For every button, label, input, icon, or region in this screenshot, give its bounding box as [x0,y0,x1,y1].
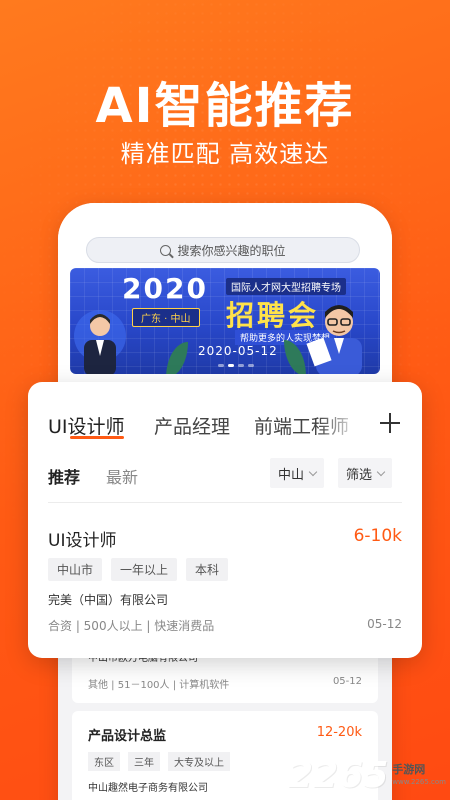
watermark-label: 手游网 [392,762,426,776]
job-meta: 合资 | 500人以上 | 快速消费品 [48,619,215,633]
job-title-row: 产品设计总监 12-20k [88,711,362,744]
watermark-logo: 2265 手游网 www.2265.com [288,755,446,796]
job-salary: 6-10k [353,526,402,546]
job-recommendation-card: UI设计师 产品经理 前端工程师 推荐 最新 中山 筛选 UI设计师 6-10k… [28,382,422,658]
job-tag: 大专及以上 [168,752,230,771]
hero-title: AI智能推荐 [95,78,355,134]
city-filter-dropdown[interactable]: 中山 [270,458,325,488]
job-meta-row: 其他 | 51－100人 | 计算机软件 05-12 [88,676,362,691]
businessman-illustration [74,310,126,374]
search-bar[interactable]: 搜索你感兴趣的职位 [86,237,360,263]
hero-subtitle: 精准匹配 高效速达 [120,140,330,168]
job-tag-city: 中山市 [48,558,103,581]
tab-product-manager[interactable]: 产品经理 [154,412,230,439]
job-tags: 中山市 一年以上 本科 [48,558,229,581]
job-tag-experience: 一年以上 [111,558,178,581]
banner-place: 广东 · 中山 [132,308,200,327]
divider [48,502,402,503]
city-filter-label: 中山 [278,467,305,483]
watermark-text: 手游网 www.2265.com [392,762,446,788]
job-date: 05-12 [367,617,402,631]
watermark-url: www.2265.com [392,777,446,786]
job-title: 产品设计总监 [88,729,167,744]
banner-year: 2020 [122,272,208,305]
search-icon [160,244,172,256]
screen-filter-label: 筛选 [346,467,373,483]
job-category-tabs: UI设计师 产品经理 前端工程师 [48,412,402,442]
active-tab-underline [70,436,124,439]
tab-overflow-fade [318,412,378,442]
chevron-down-icon [376,467,386,476]
carousel-dot-active [228,364,234,367]
job-salary: 12-20k [316,725,362,740]
job-tag-education: 本科 [186,558,229,581]
search-placeholder: 搜索你感兴趣的职位 [177,243,286,258]
banner-date: 2020-05-12 [198,344,278,358]
carousel-dot [218,364,224,367]
screen-filter-dropdown[interactable]: 筛选 [338,458,393,488]
tab-recommended[interactable]: 推荐 [48,464,80,488]
chevron-down-icon [308,467,318,476]
man-with-glasses-illustration [306,305,362,374]
carousel-dot [248,364,254,367]
job-date: 05-12 [332,676,362,687]
tab-latest[interactable]: 最新 [106,464,138,488]
job-tag: 三年 [128,752,160,771]
carousel-dot [238,364,244,367]
job-meta: 其他 | 51－100人 | 计算机软件 [88,680,230,691]
watermark-number: 2265 [288,755,389,796]
tab-ui-designer[interactable]: UI设计师 [48,412,125,439]
add-tab-plus-icon[interactable] [380,412,402,434]
job-fair-banner[interactable]: 2020 广东 · 中山 国际人才网大型招聘专场 招聘会 帮助更多的人实现梦想 … [70,268,380,374]
banner-carousel-dots [218,364,254,367]
job-tag: 东区 [88,752,120,771]
job-title: UI设计师 [48,531,117,551]
job-company: 完美（中国）有限公司 [48,593,169,607]
